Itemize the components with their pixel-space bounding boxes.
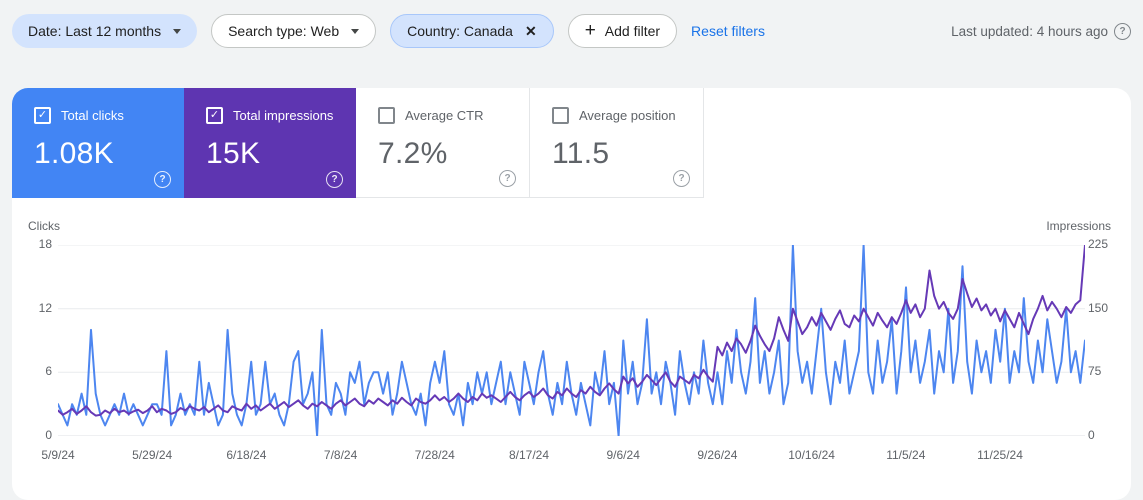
x-axis-tick: 5/29/24 xyxy=(132,448,173,462)
add-filter-label: Add filter xyxy=(604,23,661,39)
x-axis-tick: 9/6/24 xyxy=(606,448,640,462)
date-filter-chip[interactable]: Date: Last 12 months xyxy=(12,14,198,48)
help-icon[interactable]: ? xyxy=(1114,22,1131,40)
metric-cards-row: ✓ Total clicks 1.08K ? ✓ Total impressio… xyxy=(12,88,1131,198)
x-axis-tick: 5/9/24 xyxy=(41,448,75,462)
x-axis-tick: 6/18/24 xyxy=(226,448,267,462)
metric-value: 11.5 xyxy=(552,137,610,170)
last-updated-text: Last updated: 4 hours ago ? xyxy=(951,22,1131,40)
performance-chart: Clicks Impressions 18 12 6 0 225 150 75 0 5/9/24… xyxy=(12,198,1131,500)
chart-plot[interactable] xyxy=(58,245,1085,436)
right-axis-title: Impressions xyxy=(1046,219,1111,233)
y-axis-tick-right: 0 xyxy=(1088,428,1095,442)
search-type-filter-label: Search type: Web xyxy=(228,23,340,39)
metric-label: Total clicks xyxy=(61,108,124,123)
metric-card-total-clicks[interactable]: ✓ Total clicks 1.08K ? xyxy=(12,88,184,198)
y-axis-tick-right: 225 xyxy=(1088,237,1109,251)
y-axis-tick-left: 18 xyxy=(38,237,52,251)
add-filter-button[interactable]: + Add filter xyxy=(567,14,678,48)
help-icon[interactable]: ? xyxy=(326,171,343,188)
x-axis-tick: 7/28/24 xyxy=(414,448,455,462)
x-axis-tick: 11/25/24 xyxy=(977,448,1023,462)
metric-value: 15K xyxy=(206,137,261,170)
y-axis-tick-left: 0 xyxy=(45,428,52,442)
checkbox-checked-icon[interactable]: ✓ xyxy=(34,107,51,124)
metric-card-average-ctr[interactable]: Average CTR 7.2% ? xyxy=(356,88,530,198)
last-updated-label: Last updated: 4 hours ago xyxy=(951,23,1108,39)
metric-label: Total impressions xyxy=(233,108,334,123)
checkbox-checked-icon[interactable]: ✓ xyxy=(206,107,223,124)
y-axis-tick-left: 12 xyxy=(38,300,52,315)
country-filter-label: Country: Canada xyxy=(407,23,513,39)
x-axis-tick: 10/16/24 xyxy=(788,448,835,462)
metric-value: 7.2% xyxy=(378,137,448,170)
y-axis-tick-right: 150 xyxy=(1088,300,1109,315)
checkbox-unchecked-icon[interactable] xyxy=(552,107,569,124)
performance-report-card: ✓ Total clicks 1.08K ? ✓ Total impressio… xyxy=(12,88,1131,500)
metric-label: Average position xyxy=(579,108,676,123)
y-axis-tick-left: 6 xyxy=(45,364,52,379)
checkbox-unchecked-icon[interactable] xyxy=(378,107,395,124)
country-filter-chip[interactable]: Country: Canada ✕ xyxy=(390,14,554,48)
metric-card-average-position[interactable]: Average position 11.5 ? xyxy=(530,88,704,198)
metric-card-total-impressions[interactable]: ✓ Total impressions 15K ? xyxy=(184,88,356,198)
filter-bar: Date: Last 12 months Search type: Web Co… xyxy=(12,13,1131,49)
left-axis-title: Clicks xyxy=(28,219,60,233)
search-type-filter-chip[interactable]: Search type: Web xyxy=(211,14,377,48)
chevron-down-icon xyxy=(173,28,182,34)
reset-filters-link[interactable]: Reset filters xyxy=(691,23,765,39)
close-icon[interactable]: ✕ xyxy=(525,24,537,38)
x-axis-tick: 9/26/24 xyxy=(697,448,738,462)
x-axis-tick: 8/17/24 xyxy=(508,448,550,462)
help-icon[interactable]: ? xyxy=(673,170,690,187)
y-axis-tick-right: 75 xyxy=(1088,364,1102,379)
metric-value: 1.08K xyxy=(34,137,114,170)
metric-label: Average CTR xyxy=(405,108,484,123)
help-icon[interactable]: ? xyxy=(154,171,171,188)
x-axis-tick: 7/8/24 xyxy=(323,448,358,462)
chevron-down-icon xyxy=(351,28,360,34)
date-filter-label: Date: Last 12 months xyxy=(28,23,162,39)
plus-icon: + xyxy=(584,19,596,41)
x-axis-tick: 11/5/24 xyxy=(886,448,926,462)
help-icon[interactable]: ? xyxy=(499,170,516,187)
